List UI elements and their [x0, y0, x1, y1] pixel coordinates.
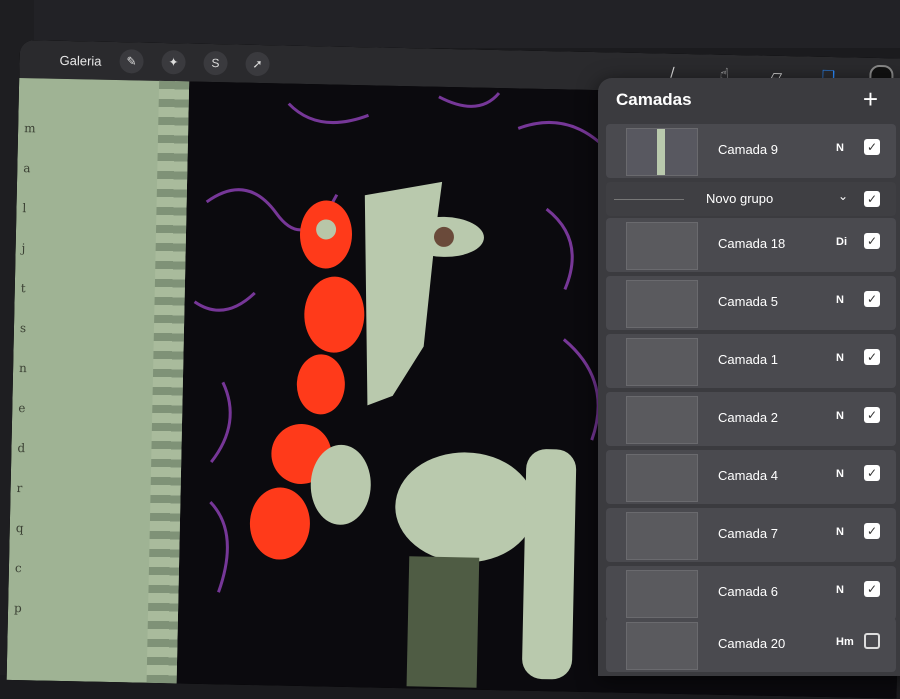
visibility-checkbox[interactable]: ✓ — [864, 523, 880, 539]
layer-row[interactable]: Camada 9 N ✓ — [606, 124, 896, 178]
blend-mode-button[interactable]: N — [836, 468, 844, 480]
blend-mode-button[interactable]: N — [836, 526, 844, 538]
layer-thumbnail — [626, 280, 698, 328]
blend-mode-button[interactable]: N — [836, 142, 844, 154]
layer-name: Camada 5 — [718, 294, 778, 309]
blend-mode-button[interactable]: N — [836, 584, 844, 596]
blend-mode-button[interactable]: Di — [836, 236, 847, 248]
add-layer-button[interactable]: + — [863, 84, 878, 115]
blend-mode-button[interactable]: N — [836, 294, 844, 306]
layer-row[interactable]: Camada 18 Di ✓ — [606, 218, 896, 272]
visibility-checkbox[interactable]: ✓ — [864, 233, 880, 249]
chevron-down-icon[interactable]: ⌄ — [838, 189, 848, 203]
paper-letter: j — [21, 241, 26, 256]
layer-name: Camada 1 — [718, 352, 778, 367]
magic-wand-icon[interactable]: ✦ — [161, 49, 186, 75]
paper-letter: a — [23, 161, 31, 176]
layer-name: Camada 20 — [718, 636, 786, 651]
layer-row[interactable]: Camada 2 N ✓ — [606, 392, 896, 446]
layers-title: Camadas — [616, 90, 692, 109]
visibility-checkbox[interactable]: ✓ — [864, 581, 880, 597]
paper-letter: l — [22, 201, 27, 216]
layer-thumbnail — [626, 338, 698, 386]
group-divider — [614, 199, 684, 200]
layer-row[interactable]: Camada 1 N ✓ — [606, 334, 896, 388]
layer-thumbnail — [626, 396, 698, 444]
layer-row[interactable]: Camada 4 N ✓ — [606, 450, 896, 504]
group-visibility-checkbox[interactable]: ✓ — [864, 191, 880, 207]
layers-panel: Camadas + Camada 9 N ✓ Novo grupo ⌄ ✓ Ca… — [598, 78, 900, 676]
layer-name: Camada 18 — [718, 236, 786, 251]
paper-strip-artwork: m a l j t s n e d r q c p — [6, 77, 190, 684]
paper-letter: m — [24, 121, 36, 136]
layer-thumbnail — [626, 622, 698, 670]
layer-row[interactable]: Camada 5 N ✓ — [606, 276, 896, 330]
device-bezel-top — [0, 0, 900, 48]
layer-name: Camada 9 — [718, 142, 778, 157]
blend-mode-button[interactable]: N — [836, 410, 844, 422]
layer-thumbnail — [626, 128, 698, 176]
layers-header: Camadas + — [598, 78, 900, 122]
layer-row[interactable]: Camada 6 N ✓ — [606, 566, 896, 620]
layer-thumbnail — [626, 454, 698, 502]
paper-letters: m a l j t s n e d r q c p — [14, 108, 36, 628]
blend-mode-button[interactable]: N — [836, 352, 844, 364]
visibility-checkbox[interactable]: ✓ — [864, 291, 880, 307]
visibility-checkbox[interactable]: ✓ — [864, 465, 880, 481]
paper-letter: r — [16, 481, 23, 496]
visibility-checkbox[interactable] — [864, 633, 880, 649]
paper-letter: n — [18, 361, 28, 376]
paper-letter: c — [14, 561, 22, 576]
layer-row[interactable]: Camada 20 Hm — [606, 618, 896, 672]
visibility-checkbox[interactable]: ✓ — [864, 407, 880, 423]
paper-letter: q — [15, 521, 24, 536]
visibility-checkbox[interactable]: ✓ — [864, 139, 880, 155]
gallery-button[interactable]: Galeria — [59, 52, 101, 68]
layer-name: Camada 4 — [718, 468, 778, 483]
paper-letter: p — [13, 601, 22, 616]
layer-group-row[interactable]: Novo grupo ⌄ ✓ — [606, 182, 896, 216]
layer-name: Camada 7 — [718, 526, 778, 541]
blend-mode-button[interactable]: Hm — [836, 636, 854, 648]
layer-thumbnail — [626, 570, 698, 618]
paper-letter: d — [17, 441, 26, 456]
layer-name: Camada 2 — [718, 410, 778, 425]
transform-arrow-icon[interactable]: ➚ — [245, 51, 270, 77]
layer-name: Camada 6 — [718, 584, 778, 599]
group-name: Novo grupo — [706, 191, 774, 206]
selection-icon[interactable]: S — [203, 50, 228, 76]
layer-row[interactable]: Camada 7 N ✓ — [606, 508, 896, 562]
visibility-checkbox[interactable]: ✓ — [864, 349, 880, 365]
wrench-icon[interactable]: ✎ — [119, 49, 144, 74]
layer-thumbnail — [626, 222, 698, 270]
layer-thumbnail — [626, 512, 698, 560]
paper-letter: t — [20, 281, 26, 296]
paper-letter: e — [18, 401, 26, 416]
paper-letter: s — [19, 321, 27, 336]
